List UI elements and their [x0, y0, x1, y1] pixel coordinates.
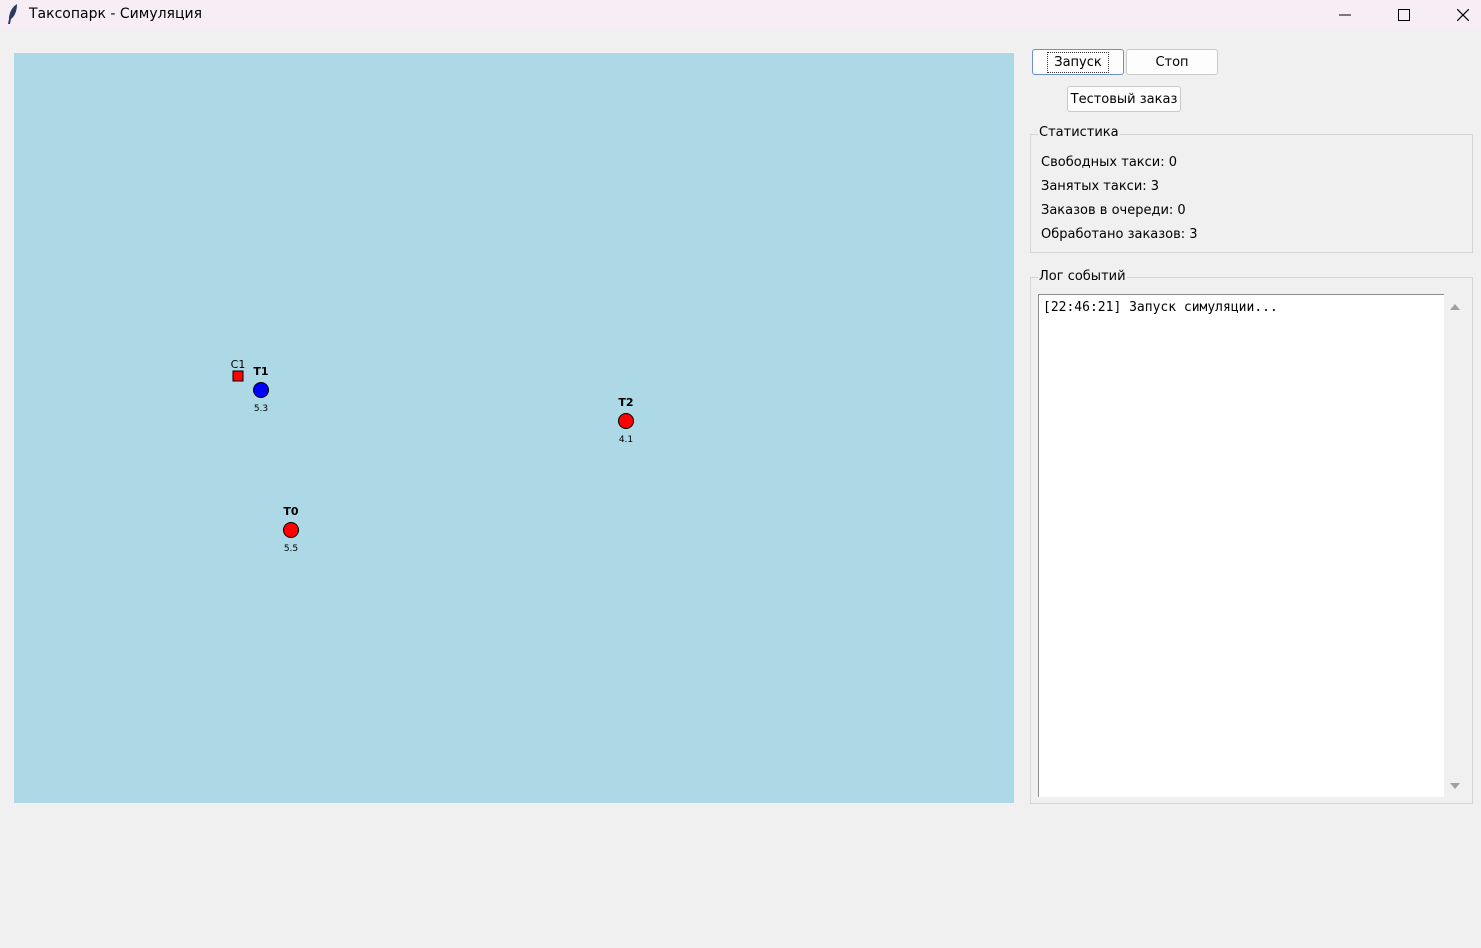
window-title: Таксопарк - Симуляция: [29, 6, 203, 22]
taxi-value: 4.1: [619, 435, 633, 445]
stat-orders-processed-text: Обработано заказов: 3: [1041, 227, 1198, 242]
client-c1: C1: [231, 358, 246, 382]
stat-busy-taxis-text: Занятых такси: 3: [1041, 179, 1160, 194]
taxi-marker: [283, 522, 299, 538]
close-icon: [1457, 9, 1469, 21]
test-order-button-label: Тестовый заказ: [1070, 91, 1178, 107]
log-title: Лог событий: [1038, 269, 1127, 284]
log-line: [22:46:21] Запуск симуляции...: [1043, 300, 1278, 315]
close-button[interactable]: [1440, 0, 1481, 30]
stat-orders-processed: Обработано заказов: 3: [1041, 227, 1198, 242]
taxi-marker: [618, 413, 634, 429]
taxi-label: T1: [253, 365, 268, 378]
start-button-label: Запуск: [1047, 51, 1109, 73]
stat-free-taxis: Свободных такси: 0: [1041, 155, 1177, 170]
test-order-button[interactable]: Тестовый заказ: [1067, 86, 1181, 112]
taxi-marker: [253, 382, 269, 398]
maximize-icon: [1398, 9, 1410, 21]
stat-orders-queue-text: Заказов в очереди: 0: [1041, 203, 1186, 218]
stat-free-taxis-text: Свободных такси: 0: [1041, 155, 1178, 170]
stat-busy-taxis: Занятых такси: 3: [1041, 179, 1159, 194]
client-label: C1: [231, 358, 246, 371]
taxi-label: T2: [618, 396, 633, 409]
taxi-t1: T1 5.3: [253, 365, 269, 414]
stat-orders-queue: Заказов в очереди: 0: [1041, 203, 1186, 218]
taxi-value: 5.5: [284, 544, 298, 554]
stop-button-label: Стоп: [1155, 54, 1189, 70]
title-bar: Таксопарк - Симуляция: [0, 0, 1481, 30]
start-button[interactable]: Запуск: [1032, 49, 1124, 75]
client-marker: [232, 370, 244, 382]
scroll-down-icon[interactable]: [1449, 781, 1461, 791]
log-scrollbar[interactable]: [1444, 294, 1466, 797]
taxi-value: 5.3: [254, 404, 268, 414]
feather-icon: [8, 4, 17, 24]
log-textarea[interactable]: [22:46:21] Запуск симуляции...: [1038, 294, 1444, 797]
map-svg: C1 T1 5.3 T2 4.1 T0 5.5: [231, 358, 634, 554]
stop-button[interactable]: Стоп: [1126, 49, 1218, 75]
taxi-t0: T0 5.5: [283, 505, 299, 554]
maximize-button[interactable]: [1381, 0, 1427, 30]
statistics-title: Статистика: [1038, 125, 1120, 140]
simulation-map[interactable]: C1 T1 5.3 T2 4.1 T0 5.5: [14, 53, 1014, 803]
taxi-t2: T2 4.1: [618, 396, 634, 445]
taxi-label: T0: [283, 505, 299, 518]
scroll-up-icon[interactable]: [1449, 302, 1461, 312]
minimize-button[interactable]: [1322, 0, 1368, 30]
minimize-icon: [1339, 14, 1351, 16]
